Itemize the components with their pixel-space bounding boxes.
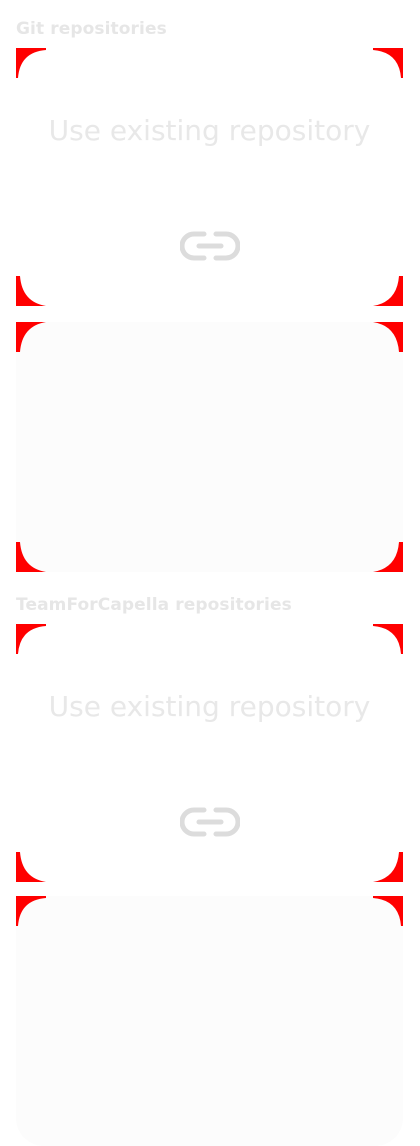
card-corner-marker xyxy=(16,896,46,926)
card-title: Use existing repository xyxy=(48,690,371,723)
teamforcapella-repository-option-card[interactable] xyxy=(16,896,403,1146)
use-existing-teamforcapella-repository-card[interactable]: Use existing repository xyxy=(16,624,403,882)
use-existing-git-repository-card[interactable]: Use existing repository xyxy=(16,48,403,306)
card-corner-marker xyxy=(16,322,46,352)
card-corner-marker xyxy=(16,542,46,572)
card-corner-marker xyxy=(16,48,46,78)
card-corner-marker xyxy=(373,896,403,926)
link-icon xyxy=(179,231,240,261)
card-corner-marker xyxy=(373,48,403,78)
card-corner-marker xyxy=(373,624,403,654)
git-repository-option-card[interactable] xyxy=(16,322,403,572)
card-corner-marker xyxy=(16,852,46,882)
card-corner-marker xyxy=(373,542,403,572)
card-title: Use existing repository xyxy=(48,114,371,147)
card-corner-marker xyxy=(16,624,46,654)
card-corner-marker xyxy=(16,276,46,306)
card-corner-marker xyxy=(373,276,403,306)
card-corner-marker xyxy=(373,852,403,882)
section-title-teamforcapella-repositories: TeamForCapella repositories xyxy=(16,595,292,615)
card-corner-marker xyxy=(373,322,403,352)
link-icon xyxy=(179,807,240,837)
section-title-git-repositories: Git repositories xyxy=(16,19,167,39)
